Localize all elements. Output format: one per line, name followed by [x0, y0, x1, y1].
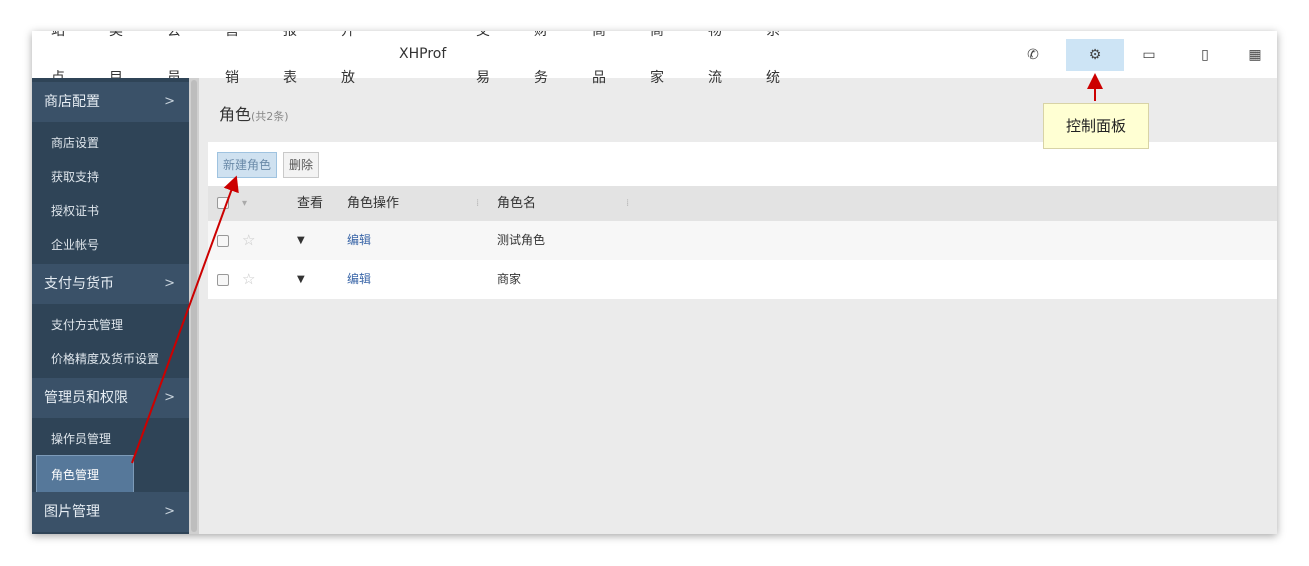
app-window: 站点 类目 会员 营销 报表 开放 XHProf 交易 财务 商品 商家 物流 … — [32, 31, 1277, 534]
arrow-to-new-role — [131, 175, 239, 464]
annotation-arrows — [131, 73, 1103, 464]
